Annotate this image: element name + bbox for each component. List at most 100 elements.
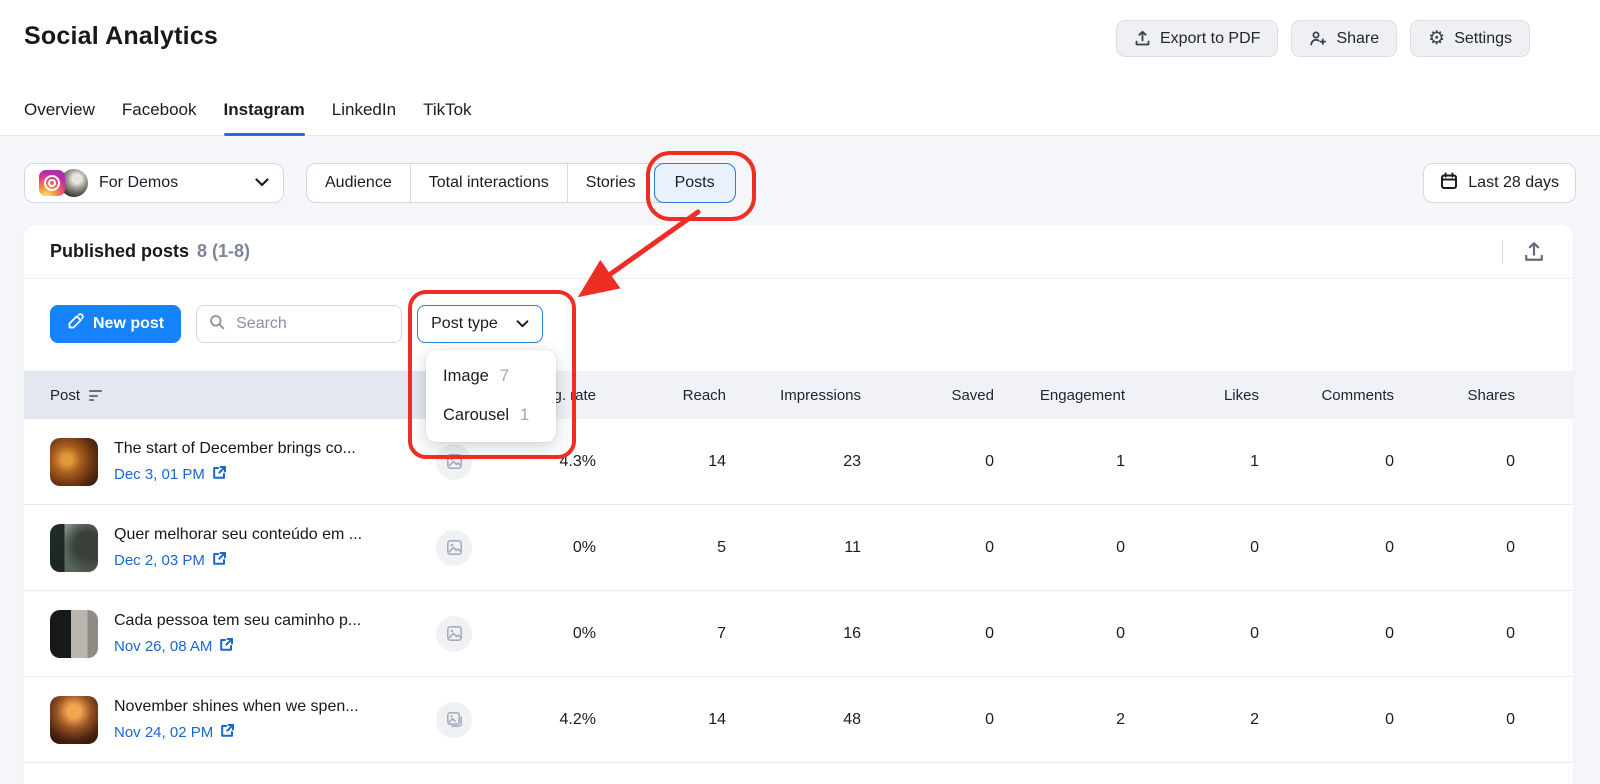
external-link-icon: [212, 465, 227, 484]
cell-eng-rate: 4.2%: [496, 676, 596, 762]
post-date-link[interactable]: Dec 3, 01 PM: [114, 465, 356, 484]
tab-overview[interactable]: Overview: [24, 100, 95, 135]
cell-engagement: 1: [1116, 452, 1125, 470]
cell-shares: 0: [1394, 676, 1515, 762]
external-link-icon: [220, 723, 235, 742]
post-thumbnail[interactable]: [50, 523, 98, 572]
tab-linkedin[interactable]: LinkedIn: [332, 100, 396, 135]
column-shares[interactable]: Shares: [1394, 371, 1515, 419]
menu-item-carousel-label: Carousel: [443, 406, 510, 424]
cell-impressions: 48: [726, 676, 861, 762]
cell-comments: 0: [1385, 452, 1394, 470]
new-post-button[interactable]: New post: [50, 305, 182, 343]
top-bar: Social Analytics Export to PDF Share ⚙ S…: [0, 0, 1600, 136]
export-pdf-label: Export to PDF: [1159, 29, 1261, 47]
export-pdf-button[interactable]: Export to PDF: [1115, 20, 1279, 57]
account-name: For Demos: [99, 174, 179, 191]
channel-tabs: Overview Facebook Instagram LinkedIn Tik…: [0, 100, 496, 136]
calendar-icon: [1440, 172, 1458, 195]
cell-engagement: 0: [994, 504, 1125, 591]
cell-reach: 14: [596, 676, 726, 762]
search-icon: [209, 314, 225, 335]
column-likes[interactable]: Likes: [1125, 371, 1259, 419]
segment-total-interactions[interactable]: Total interactions: [411, 164, 568, 202]
chevron-down-icon: [255, 174, 269, 192]
post-date-link[interactable]: Dec 2, 03 PM: [114, 551, 362, 570]
cell-impressions: 23: [843, 452, 861, 470]
tab-instagram[interactable]: Instagram: [223, 100, 306, 136]
share-user-icon: [1309, 30, 1327, 47]
instagram-icon: [39, 170, 65, 196]
post-type-label: Post type: [431, 315, 498, 332]
post-date-label: Nov 26, 08 AM: [114, 637, 213, 655]
cell-saved: 0: [861, 676, 994, 762]
external-link-icon: [212, 551, 227, 570]
cell-likes: 1: [1250, 452, 1259, 470]
segment-posts[interactable]: Posts: [653, 163, 736, 203]
settings-button[interactable]: ⚙ Settings: [1410, 20, 1530, 57]
segment-stories[interactable]: Stories: [568, 164, 655, 202]
segment-audience[interactable]: Audience: [307, 164, 411, 202]
cell-eng-rate: 0%: [496, 504, 596, 591]
menu-item-carousel[interactable]: Carousel 1: [426, 396, 556, 435]
posts-table: Post Eng. rate Reach Impressions Saved E…: [24, 371, 1573, 762]
post-cell: Cada pessoa tem seu caminho p... Nov 26,…: [24, 590, 496, 677]
post-type-carousel-icon: [436, 701, 472, 738]
filter-row: For Demos Audience Total interactions St…: [24, 163, 1576, 203]
column-saved[interactable]: Saved: [861, 371, 994, 419]
post-date-label: Dec 2, 03 PM: [114, 551, 205, 569]
post-type-dropdown-button[interactable]: Post type: [417, 305, 544, 343]
post-thumbnail[interactable]: [50, 609, 98, 658]
post-thumbnail[interactable]: [50, 437, 98, 486]
post-thumbnail[interactable]: [50, 695, 98, 744]
account-selector[interactable]: For Demos: [24, 163, 284, 203]
published-posts-card: Published posts 8 (1-8) New post Search …: [24, 225, 1573, 784]
cell-impressions: 16: [726, 590, 861, 677]
column-post-label: Post: [50, 386, 81, 404]
post-cell: November shines when we spen... Nov 24, …: [24, 676, 496, 762]
post-type-image-icon: [436, 615, 472, 652]
search-input[interactable]: [234, 314, 369, 334]
column-engagement[interactable]: Engagement: [994, 371, 1125, 419]
tab-tiktok[interactable]: TikTok: [423, 100, 472, 135]
column-impressions[interactable]: Impressions: [726, 371, 861, 419]
cell-saved: 0: [985, 452, 994, 470]
menu-item-image[interactable]: Image 7: [426, 357, 556, 396]
share-button[interactable]: Share: [1291, 20, 1398, 57]
menu-item-carousel-count: 1: [520, 406, 530, 424]
cell-shares: 0: [1506, 452, 1515, 470]
cell-reach: 14: [708, 452, 726, 470]
post-title: The start of December brings co...: [114, 439, 356, 457]
post-title: November shines when we spen...: [114, 697, 359, 715]
social-analytics-page: Social Analytics Export to PDF Share ⚙ S…: [0, 0, 1600, 784]
menu-item-image-label: Image: [443, 367, 489, 385]
cell-engagement: 0: [994, 590, 1125, 677]
column-comments[interactable]: Comments: [1259, 371, 1394, 419]
view-segmented-control: Audience Total interactions Stories Post…: [306, 163, 736, 203]
post-cell: Quer melhorar seu conteúdo em ... Dec 2,…: [24, 504, 496, 591]
date-range-label: Last 28 days: [1468, 174, 1559, 191]
search-field: [196, 305, 403, 343]
post-date-label: Dec 3, 01 PM: [114, 465, 205, 483]
post-date-link[interactable]: Nov 26, 08 AM: [114, 637, 361, 656]
header-actions: Export to PDF Share ⚙ Settings: [1115, 20, 1530, 57]
settings-label: Settings: [1454, 29, 1512, 47]
post-date-label: Nov 24, 02 PM: [114, 723, 214, 741]
post-date-link[interactable]: Nov 24, 02 PM: [114, 723, 359, 742]
column-reach[interactable]: Reach: [596, 371, 726, 419]
divider: [1502, 239, 1503, 264]
cell-comments: 0: [1259, 590, 1394, 677]
export-table-button[interactable]: [1521, 239, 1547, 265]
tab-facebook[interactable]: Facebook: [122, 100, 197, 135]
table-row: Quer melhorar seu conteúdo em ... Dec 2,…: [24, 504, 1573, 591]
table-row: Cada pessoa tem seu caminho p... Nov 26,…: [24, 590, 1573, 677]
table-row: The start of December brings co... Dec 3…: [24, 419, 1573, 505]
card-count: 8 (1-8): [197, 241, 251, 261]
table-header-row: Post Eng. rate Reach Impressions Saved E…: [24, 371, 1573, 419]
cell-reach: 5: [596, 504, 726, 591]
date-range-button[interactable]: Last 28 days: [1423, 163, 1576, 203]
cell-likes: 0: [1125, 504, 1259, 591]
share-label: Share: [1336, 29, 1380, 47]
cell-likes: 2: [1125, 676, 1259, 762]
cell-eng-rate: 0%: [496, 590, 596, 677]
